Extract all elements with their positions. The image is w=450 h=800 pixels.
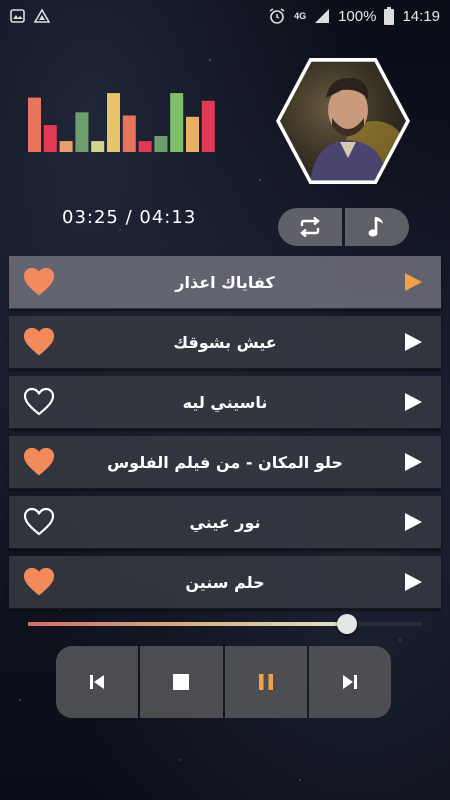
track-row[interactable]: كفاياك اعذار — [9, 256, 441, 309]
skip-next-icon — [342, 675, 357, 689]
seek-bar-thumb[interactable] — [337, 614, 358, 634]
play-icon[interactable] — [403, 572, 423, 592]
time-separator: / — [125, 207, 140, 228]
track-title: كفاياك اعذار — [175, 272, 275, 292]
equalizer-bar — [43, 125, 57, 152]
equalizer-bar — [201, 100, 215, 152]
status-right: 4G 100% 14:19 — [268, 7, 440, 25]
equalizer-bar — [91, 141, 105, 152]
repeat-button[interactable] — [278, 208, 342, 246]
play-icon[interactable] — [403, 332, 423, 352]
equalizer-bar — [154, 136, 168, 152]
equalizer-bar — [186, 116, 199, 152]
previous-button[interactable] — [56, 646, 139, 718]
equalizer-bar — [138, 141, 152, 152]
equalizer-bar — [107, 93, 120, 152]
total-duration: 04:13 — [139, 207, 197, 228]
pause-icon — [258, 674, 273, 690]
seek-bar-fill — [28, 622, 348, 626]
stop-button[interactable] — [140, 646, 223, 718]
heart-outline-icon[interactable] — [23, 506, 55, 538]
mode-buttons — [278, 208, 409, 246]
track-title: ناسيني ليه — [182, 392, 268, 412]
pause-button[interactable] — [224, 646, 307, 718]
battery-percent: 100% — [338, 7, 377, 25]
play-icon[interactable] — [403, 512, 423, 532]
play-icon[interactable] — [403, 452, 423, 472]
track-row[interactable]: عيش بشوقك — [9, 316, 441, 369]
track-row[interactable]: حلم سنين — [9, 556, 441, 609]
equalizer-visualizer — [28, 93, 215, 152]
heart-filled-icon[interactable] — [23, 566, 55, 598]
artist-silhouette — [310, 77, 406, 181]
skip-previous-icon — [90, 675, 105, 689]
play-icon[interactable] — [403, 272, 423, 292]
network-type: 4G — [294, 11, 307, 21]
track-title: عيش بشوقك — [173, 332, 277, 352]
heart-filled-icon[interactable] — [23, 326, 55, 358]
music-note-icon — [368, 217, 383, 237]
playlist-button[interactable] — [345, 208, 409, 246]
track-row[interactable]: ناسيني ليه — [9, 376, 441, 429]
status-left — [10, 8, 50, 24]
track-list: كفاياك اعذار عيش بشوقك ناسيني ليه حلو المكا… — [9, 256, 441, 616]
stop-icon — [173, 674, 190, 690]
drive-notification-icon — [34, 8, 50, 23]
heart-filled-icon[interactable] — [23, 446, 55, 478]
status-bar: 4G 100% 14:19 — [0, 0, 450, 32]
heart-filled-icon[interactable] — [23, 266, 55, 298]
playback-time: 03:25 / 04:13 — [62, 207, 196, 228]
track-title: نور عيني — [189, 512, 261, 532]
seek-bar[interactable] — [28, 614, 422, 634]
next-button[interactable] — [308, 646, 391, 718]
elapsed-time: 03:25 — [62, 207, 119, 228]
track-title: حلو المكان - من فيلم الفلوس — [107, 452, 343, 472]
signal-icon — [315, 9, 330, 23]
equalizer-bar — [75, 112, 89, 152]
equalizer-bar — [28, 97, 41, 152]
heart-outline-icon[interactable] — [23, 386, 55, 418]
play-icon[interactable] — [403, 392, 423, 412]
clock: 14:19 — [402, 7, 440, 25]
alarm-icon — [269, 8, 285, 24]
playback-controls — [56, 646, 391, 718]
equalizer-bar — [170, 93, 184, 152]
artist-photo — [280, 61, 406, 181]
gallery-notification-icon — [10, 9, 25, 23]
repeat-icon — [300, 216, 320, 238]
album-art — [276, 58, 410, 184]
equalizer-bar — [122, 115, 136, 152]
track-row[interactable]: حلو المكان - من فيلم الفلوس — [9, 436, 441, 489]
track-title: حلم سنين — [185, 572, 265, 592]
track-row[interactable]: نور عيني — [9, 496, 441, 549]
battery-icon — [384, 7, 395, 25]
equalizer-bar — [59, 141, 73, 152]
